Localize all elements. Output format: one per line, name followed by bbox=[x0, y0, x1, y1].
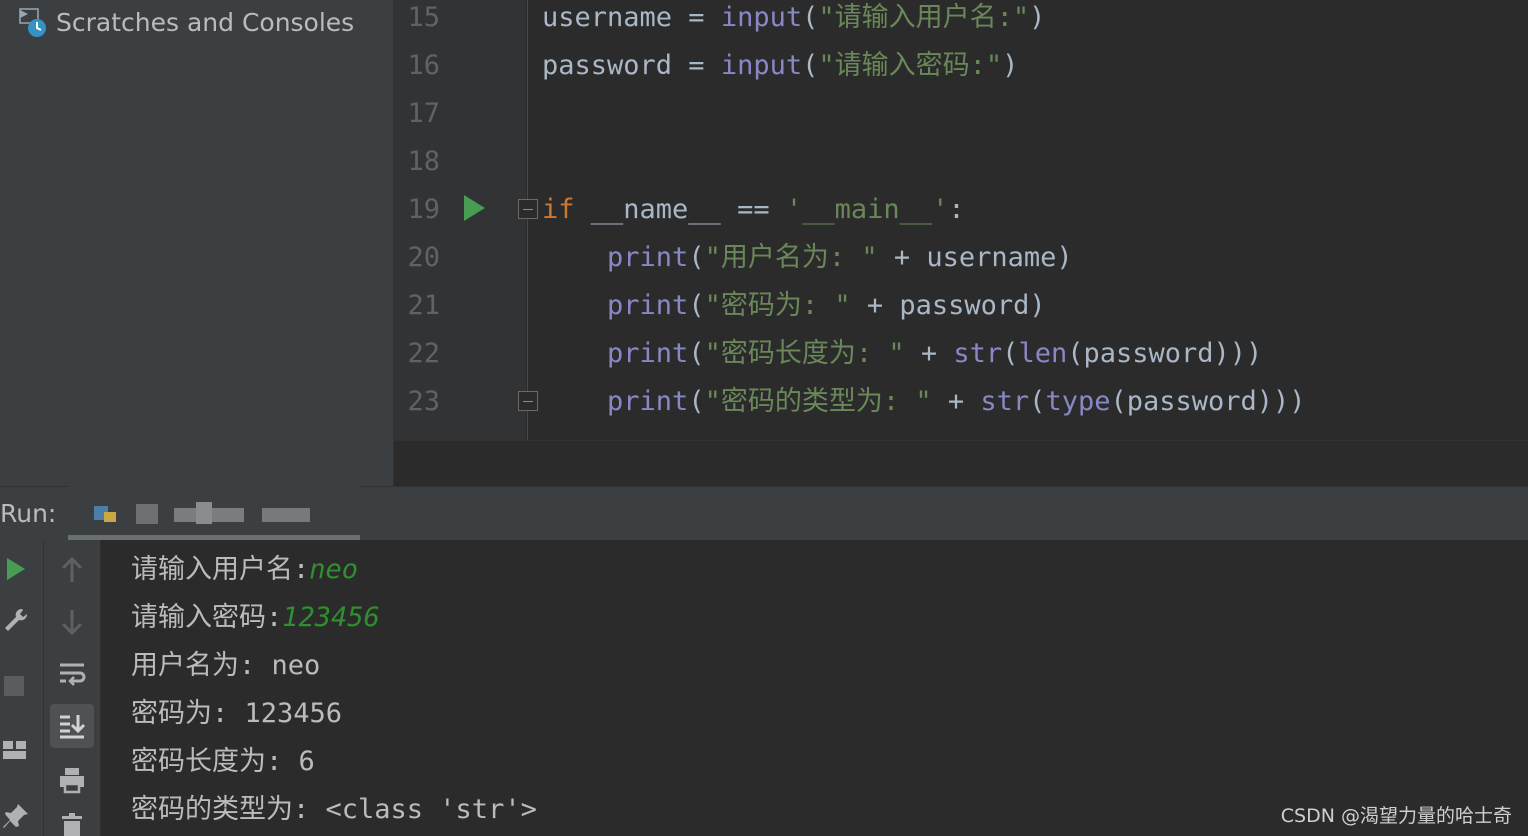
code-token: + bbox=[904, 338, 954, 369]
fold-collapse-icon[interactable] bbox=[518, 199, 538, 219]
print-icon[interactable] bbox=[58, 766, 86, 794]
scroll-to-end-icon bbox=[60, 715, 86, 739]
code-token: password = bbox=[542, 50, 721, 81]
console-text: 密码为: 123456 bbox=[131, 698, 343, 729]
console-text: 请输入密码: bbox=[131, 602, 283, 633]
soft-wrap-icon[interactable] bbox=[58, 660, 86, 688]
code-token: print bbox=[607, 290, 689, 321]
console-line: 密码长度为: 6 bbox=[131, 738, 315, 786]
line-number: 21 bbox=[407, 290, 440, 321]
line-number: 22 bbox=[407, 338, 440, 369]
line-number: 23 bbox=[407, 386, 440, 417]
run-second-toolbar bbox=[44, 540, 101, 836]
code-token: username = bbox=[542, 2, 721, 33]
line-number: 16 bbox=[407, 50, 440, 81]
code-token: ( bbox=[688, 242, 705, 273]
rerun-icon[interactable] bbox=[5, 556, 27, 582]
code-token: ( bbox=[802, 2, 819, 33]
line-number: 20 bbox=[407, 242, 440, 273]
code-token: "密码的类型为: " bbox=[704, 386, 932, 417]
code-token: + username) bbox=[877, 242, 1073, 273]
code-token: ) bbox=[1029, 2, 1046, 33]
code-token: if bbox=[542, 194, 575, 225]
code-token: print bbox=[607, 242, 689, 273]
trash-icon[interactable] bbox=[60, 812, 84, 836]
pin-icon[interactable] bbox=[2, 802, 30, 830]
code-token: str bbox=[953, 338, 1003, 369]
code-token: ( bbox=[688, 386, 705, 417]
code-token: ( bbox=[1002, 338, 1019, 369]
code-token: input bbox=[720, 50, 803, 81]
console-text: 密码的类型为: <class 'str'> bbox=[131, 794, 537, 825]
user-input-text: 123456 bbox=[282, 602, 380, 633]
code-line[interactable]: username = input("请输入用户名:") bbox=[542, 0, 1045, 42]
console-line: 用户名为: neo bbox=[131, 642, 320, 690]
code-token: ) bbox=[1002, 50, 1019, 81]
scroll-to-end-button[interactable] bbox=[50, 704, 94, 748]
fold-guide-line bbox=[527, 0, 528, 440]
layout-icon[interactable] bbox=[2, 738, 28, 762]
code-token: ( bbox=[688, 338, 705, 369]
scratches-label: Scratches and Consoles bbox=[56, 7, 355, 37]
console-text: 请输入用户名: bbox=[131, 554, 310, 585]
code-token: ( bbox=[688, 290, 705, 321]
code-token: "用户名为: " bbox=[704, 242, 878, 273]
editor-empty-area bbox=[394, 440, 1528, 487]
scratches-and-consoles-item[interactable]: Scratches and Consoles bbox=[18, 4, 354, 40]
code-token: "密码为: " bbox=[704, 290, 851, 321]
user-input-text: neo bbox=[309, 554, 359, 585]
code-line[interactable]: print("密码的类型为: " + str(type(password))) bbox=[542, 378, 1306, 426]
code-token: + password) bbox=[850, 290, 1046, 321]
code-token: '__main__' bbox=[785, 194, 949, 225]
console-text: 用户名为: neo bbox=[131, 650, 321, 681]
code-token: "请输入用户名:" bbox=[818, 2, 1030, 33]
run-gutter-icon[interactable] bbox=[464, 195, 485, 221]
code-token: str bbox=[980, 386, 1030, 417]
code-line[interactable]: password = input("请输入密码:") bbox=[542, 42, 1018, 90]
console-text: 密码长度为: 6 bbox=[131, 746, 315, 777]
code-token: (password))) bbox=[1110, 386, 1306, 417]
code-line[interactable]: print("密码长度为: " + str(len(password))) bbox=[542, 330, 1262, 378]
code-token: : bbox=[948, 194, 965, 225]
run-left-toolbar bbox=[0, 540, 44, 836]
watermark: CSDN @渴望力量的哈士奇 bbox=[1280, 805, 1512, 827]
code-line[interactable]: print("用户名为: " + username) bbox=[542, 234, 1073, 282]
console-line: 密码的类型为: <class 'str'> bbox=[131, 786, 537, 834]
console-line: 请输入密码:123456 bbox=[131, 594, 380, 642]
code-token: len bbox=[1018, 338, 1068, 369]
code-token: (password))) bbox=[1067, 338, 1263, 369]
run-config-tab[interactable] bbox=[68, 486, 360, 540]
code-token: type bbox=[1045, 386, 1111, 417]
line-number: 18 bbox=[407, 146, 440, 177]
fold-end-icon[interactable] bbox=[518, 391, 538, 411]
code-token: print bbox=[607, 338, 689, 369]
code-token: "请输入密码:" bbox=[818, 50, 1003, 81]
project-panel bbox=[0, 0, 394, 486]
code-token: ( bbox=[802, 50, 819, 81]
line-number: 19 bbox=[407, 194, 440, 225]
console-line: 请输入用户名:neo bbox=[131, 546, 358, 594]
scratches-icon bbox=[18, 6, 48, 38]
code-token: print bbox=[607, 386, 689, 417]
code-line[interactable]: print("密码为: " + password) bbox=[542, 282, 1046, 330]
arrow-up-icon[interactable] bbox=[60, 556, 84, 584]
console-line: 密码为: 123456 bbox=[131, 690, 342, 738]
wrench-icon[interactable] bbox=[2, 606, 30, 634]
arrow-down-icon[interactable] bbox=[60, 608, 84, 636]
run-label: Run: bbox=[0, 499, 57, 528]
code-token: __name__ == bbox=[574, 194, 786, 225]
code-line[interactable]: if __name__ == '__main__': bbox=[542, 186, 965, 234]
stop-icon[interactable] bbox=[4, 676, 24, 696]
code-token: "密码长度为: " bbox=[704, 338, 905, 369]
line-number: 17 bbox=[407, 98, 440, 129]
code-token: + bbox=[931, 386, 981, 417]
line-number: 15 bbox=[407, 2, 440, 33]
code-token: ( bbox=[1029, 386, 1046, 417]
code-token: input bbox=[720, 2, 803, 33]
